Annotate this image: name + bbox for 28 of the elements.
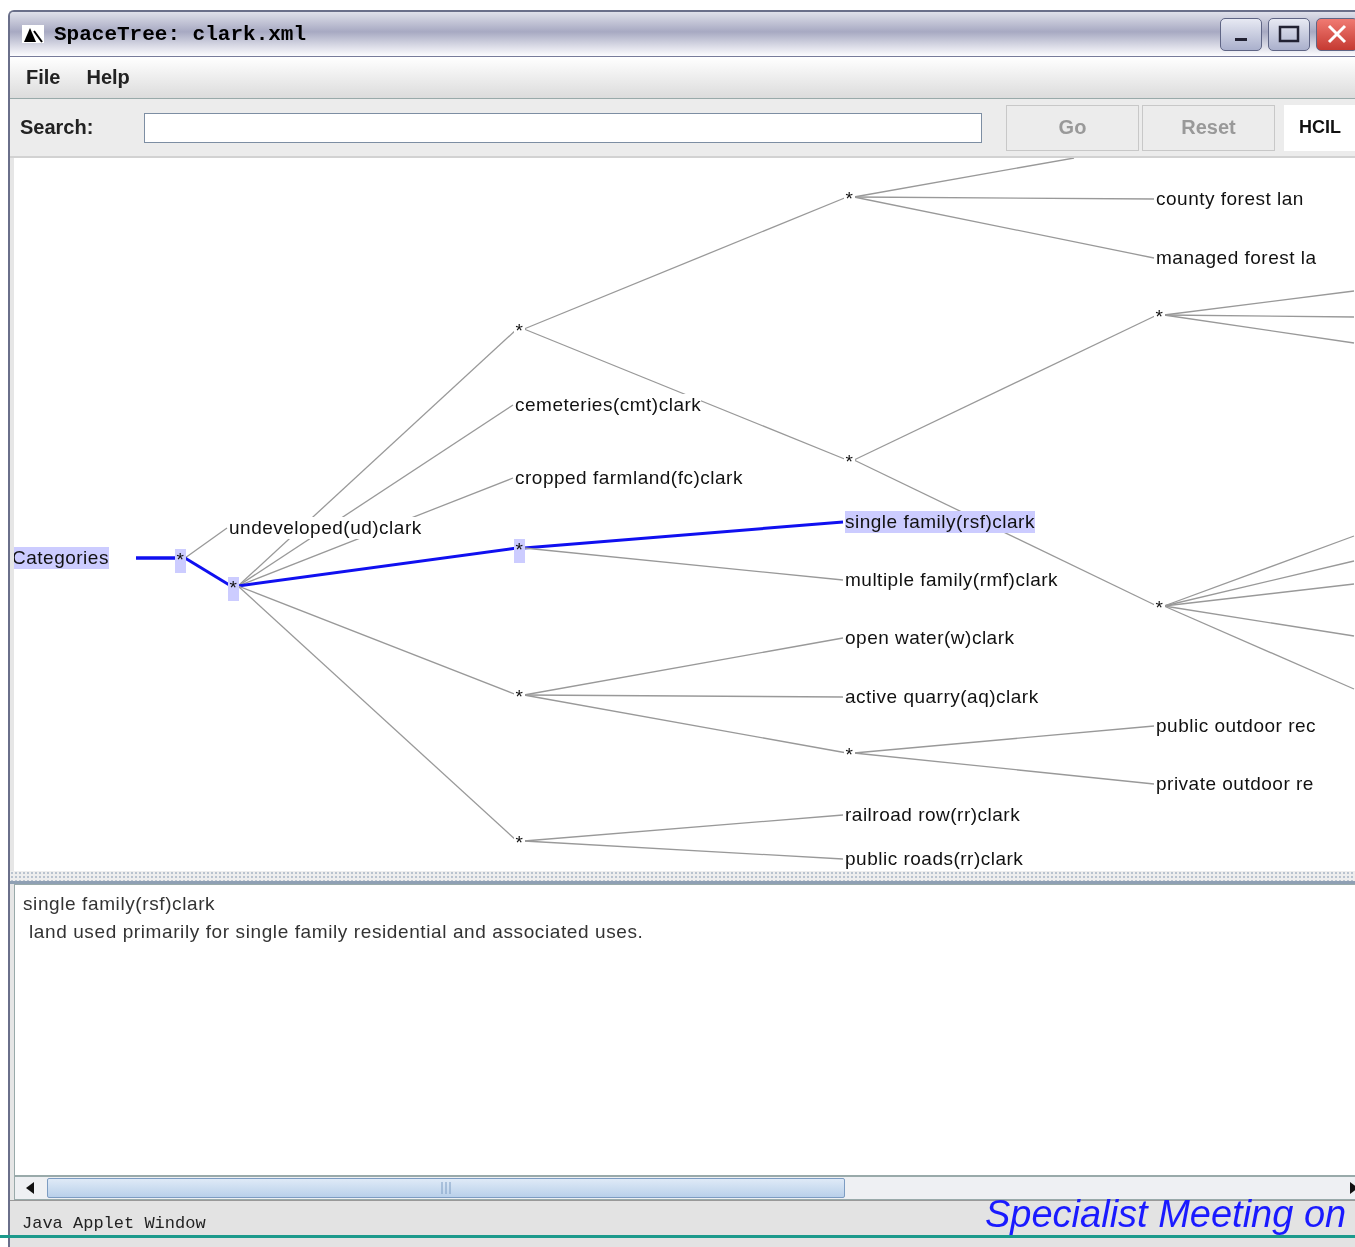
logo: HCIL (1284, 104, 1355, 151)
tree-node[interactable]: undeveloped(ud)clark (229, 517, 422, 539)
details-title: single family(rsf)clark (23, 893, 217, 915)
left-arrow-icon[interactable] (25, 1182, 35, 1194)
search-field[interactable] (144, 112, 982, 143)
maximize-button[interactable] (1268, 17, 1310, 51)
close-icon (1326, 24, 1348, 44)
app-icon (22, 25, 44, 43)
menu-item[interactable]: Help (86, 66, 130, 89)
tree-edge (136, 556, 177, 560)
close-button[interactable] (1316, 17, 1355, 51)
maximize-icon (1278, 25, 1300, 43)
minimize-button[interactable] (1220, 17, 1262, 51)
status-text: Java Applet Window (22, 1214, 206, 1233)
window-title: SpaceTree: clark.xml (54, 22, 308, 46)
tree-node[interactable]: cemeteries(cmt)clark (515, 394, 702, 416)
slide-caption: Specialist Meeting on (985, 1193, 1347, 1236)
tree-edge (184, 527, 228, 559)
tree-node[interactable]: * (175, 549, 186, 573)
minimize-icon (1235, 37, 1247, 41)
horizontal-scrollbar[interactable] (14, 1176, 1355, 1200)
details-description: land used primarily for single family residential and associated uses. (28, 921, 645, 943)
search-label: Search: (20, 116, 95, 139)
scrollbar-thumb[interactable] (47, 1178, 845, 1198)
tree-node[interactable]: single family(rsf)clark (845, 511, 1035, 533)
tree-node[interactable]: * (228, 577, 239, 601)
menu-item[interactable]: File (26, 66, 61, 89)
tree-node[interactable]: * (514, 539, 525, 563)
